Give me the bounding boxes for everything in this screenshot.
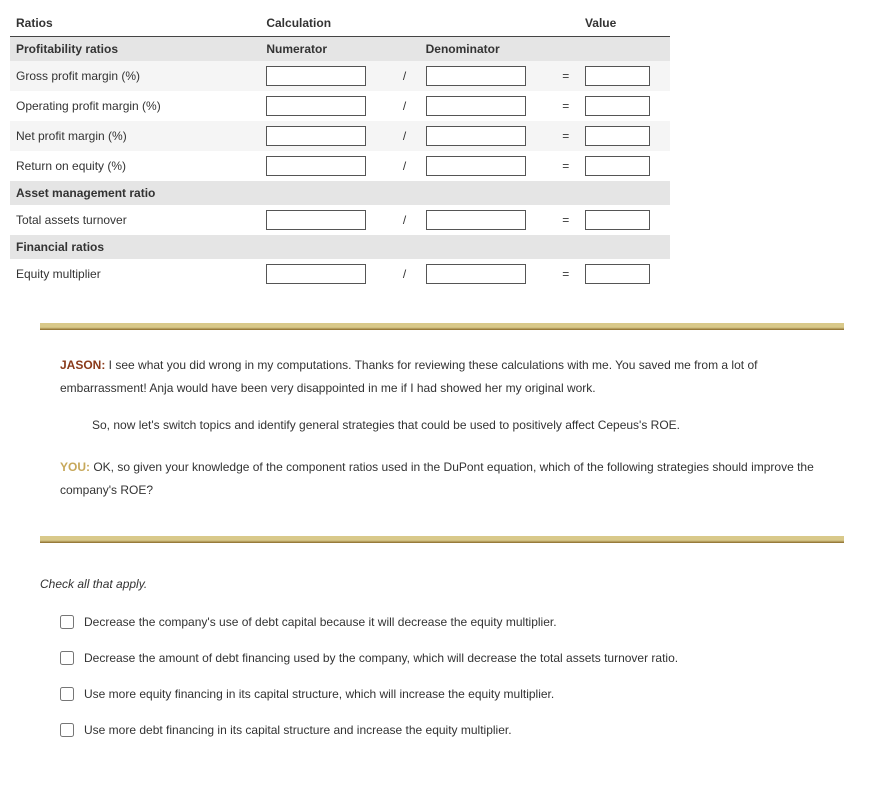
opm-value-input[interactable] [585, 96, 650, 116]
speaker-label-jason: JASON: [60, 358, 105, 372]
equals-symbol: = [556, 205, 579, 235]
em-value-input[interactable] [585, 264, 650, 284]
jason-text-2: So, now let's switch topics and identify… [60, 414, 824, 437]
opm-numerator-input[interactable] [266, 96, 366, 116]
slash-symbol: / [397, 61, 420, 91]
profitability-header: Profitability ratios [10, 37, 260, 62]
roe-value-input[interactable] [585, 156, 650, 176]
speaker-label-you: YOU: [60, 460, 90, 474]
equals-symbol: = [556, 61, 579, 91]
you-text-1: OK, so given your knowledge of the compo… [60, 460, 814, 497]
gpm-denominator-input[interactable] [426, 66, 526, 86]
roe-numerator-input[interactable] [266, 156, 366, 176]
option-row-1: Decrease the company's use of debt capit… [60, 613, 874, 631]
ratios-table: Ratios Calculation Value Profitability r… [10, 10, 670, 289]
option-row-3: Use more equity financing in its capital… [60, 685, 874, 703]
slash-symbol: / [397, 259, 420, 289]
option-label-3: Use more equity financing in its capital… [84, 685, 554, 703]
header-ratios: Ratios [10, 10, 260, 37]
npm-numerator-input[interactable] [266, 126, 366, 146]
equals-symbol: = [556, 151, 579, 181]
dialogue-jason: JASON: I see what you did wrong in my co… [60, 354, 824, 436]
tat-value-input[interactable] [585, 210, 650, 230]
option-checkbox-4[interactable] [60, 723, 74, 737]
npm-value-input[interactable] [585, 126, 650, 146]
divider-bar [40, 323, 844, 330]
equals-symbol: = [556, 121, 579, 151]
header-calculation: Calculation [260, 10, 397, 37]
slash-symbol: / [397, 91, 420, 121]
row-label-roe: Return on equity (%) [10, 151, 260, 181]
option-row-2: Decrease the amount of debt financing us… [60, 649, 874, 667]
row-label-tat: Total assets turnover [10, 205, 260, 235]
npm-denominator-input[interactable] [426, 126, 526, 146]
equals-symbol: = [556, 259, 579, 289]
option-checkbox-2[interactable] [60, 651, 74, 665]
jason-text-1: I see what you did wrong in my computati… [60, 358, 757, 395]
option-label-4: Use more debt financing in its capital s… [84, 721, 512, 739]
option-row-4: Use more debt financing in its capital s… [60, 721, 874, 739]
row-label-gpm: Gross profit margin (%) [10, 61, 260, 91]
denominator-header: Denominator [420, 37, 557, 62]
asset-mgmt-header: Asset management ratio [10, 181, 260, 205]
opm-denominator-input[interactable] [426, 96, 526, 116]
equals-symbol: = [556, 91, 579, 121]
option-label-1: Decrease the company's use of debt capit… [84, 613, 557, 631]
check-all-label: Check all that apply. [40, 577, 874, 591]
em-numerator-input[interactable] [266, 264, 366, 284]
slash-symbol: / [397, 121, 420, 151]
checkbox-options: Decrease the company's use of debt capit… [60, 613, 874, 739]
option-label-2: Decrease the amount of debt financing us… [84, 649, 678, 667]
option-checkbox-1[interactable] [60, 615, 74, 629]
numerator-header: Numerator [260, 37, 397, 62]
gpm-numerator-input[interactable] [266, 66, 366, 86]
slash-symbol: / [397, 151, 420, 181]
option-checkbox-3[interactable] [60, 687, 74, 701]
slash-symbol: / [397, 205, 420, 235]
tat-denominator-input[interactable] [426, 210, 526, 230]
row-label-npm: Net profit margin (%) [10, 121, 260, 151]
gpm-value-input[interactable] [585, 66, 650, 86]
financial-ratios-header: Financial ratios [10, 235, 260, 259]
tat-numerator-input[interactable] [266, 210, 366, 230]
dialogue-you: YOU: OK, so given your knowledge of the … [60, 456, 824, 502]
row-label-em: Equity multiplier [10, 259, 260, 289]
em-denominator-input[interactable] [426, 264, 526, 284]
header-value: Value [579, 10, 670, 37]
row-label-opm: Operating profit margin (%) [10, 91, 260, 121]
divider-bar [40, 536, 844, 543]
roe-denominator-input[interactable] [426, 156, 526, 176]
